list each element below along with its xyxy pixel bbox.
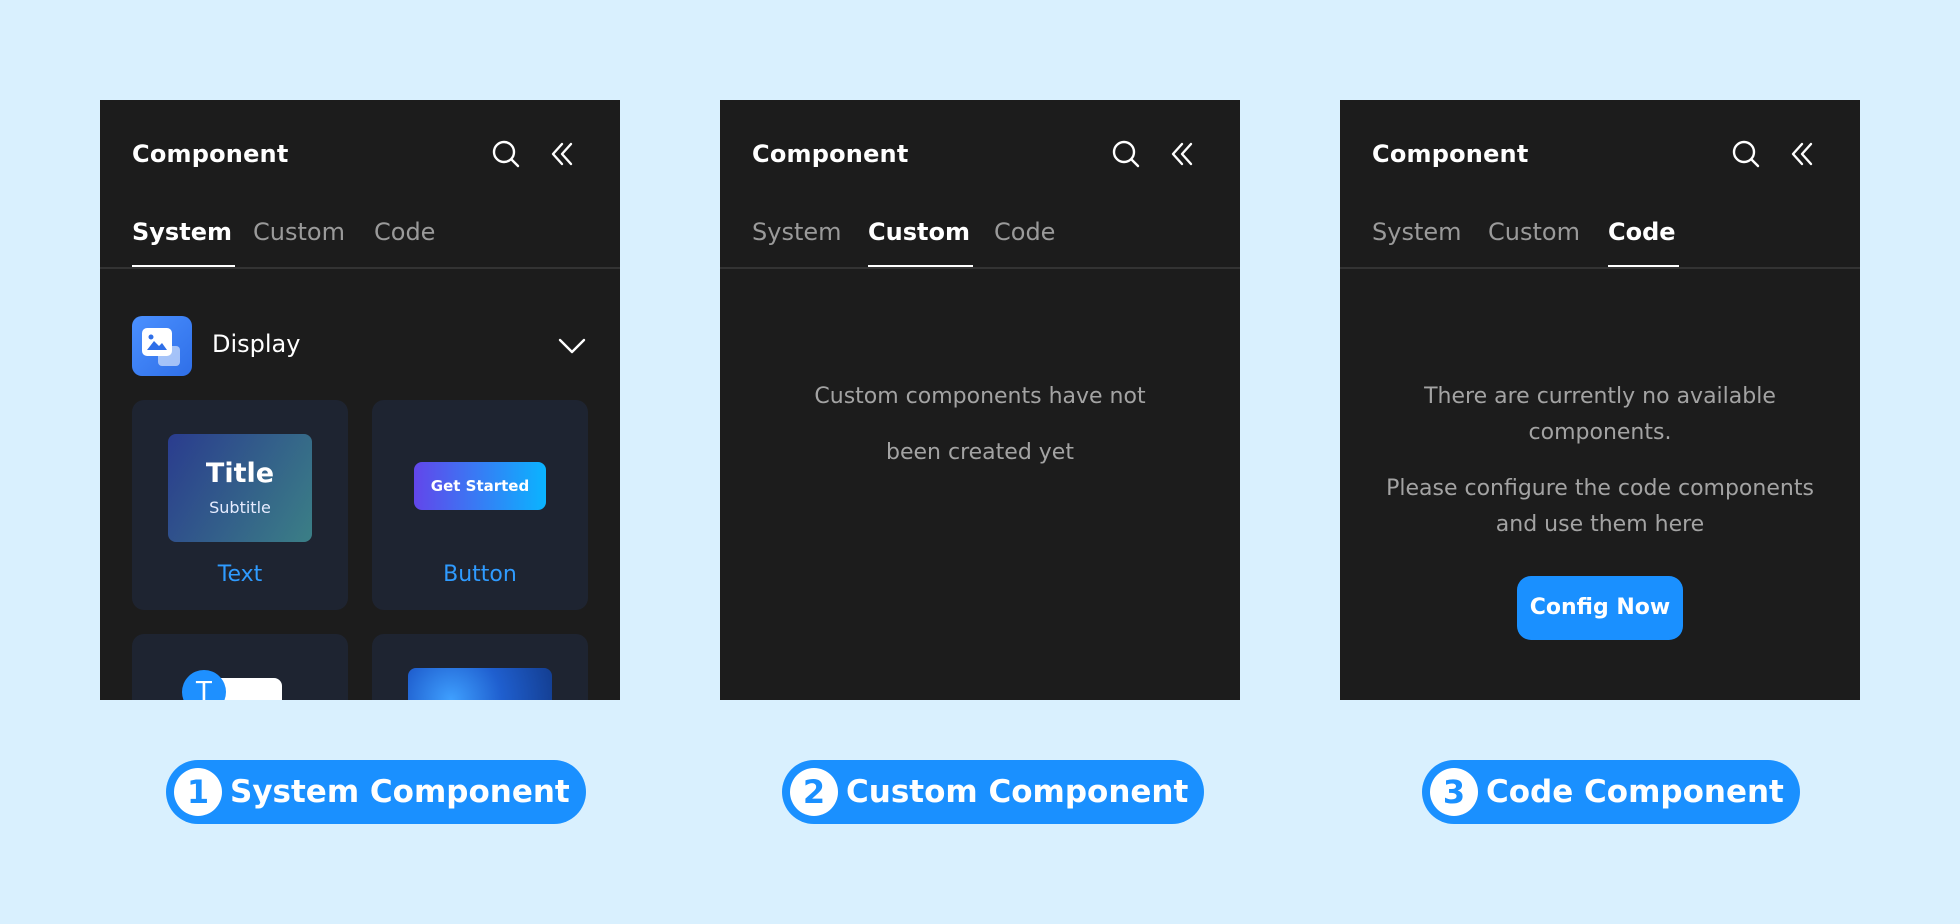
panel-header: Component [720, 100, 1240, 210]
tab-bar: System Custom Code [1340, 212, 1860, 270]
caption-label: System Component [230, 774, 570, 810]
tab-bar: System Custom Code [720, 212, 1240, 270]
preview-subtitle: Subtitle [209, 498, 271, 517]
caption-custom-component: 2 Custom Component [782, 760, 1205, 824]
component-panel-custom: Component System Custom Code Custom comp… [720, 100, 1240, 700]
avatar-preview: T [182, 670, 226, 700]
text-preview: Title Subtitle [168, 434, 312, 542]
caption-label: Code Component [1486, 774, 1784, 810]
chevron-down-icon[interactable] [556, 330, 588, 362]
double-chevron-left-icon[interactable] [1786, 138, 1818, 170]
double-chevron-left-icon[interactable] [546, 138, 578, 170]
section-label: Display [212, 330, 301, 358]
card-label: Text [217, 562, 263, 587]
panel-header: Component [1340, 100, 1860, 210]
section-display[interactable]: Display [132, 316, 588, 376]
tab-custom[interactable]: Custom [868, 212, 973, 268]
tab-custom[interactable]: Custom [1488, 212, 1580, 268]
tab-system[interactable]: System [1372, 212, 1462, 268]
search-icon[interactable] [490, 138, 522, 170]
tab-code[interactable]: Code [1608, 212, 1679, 268]
caption-number: 3 [1430, 768, 1478, 816]
empty-message-line-2: components. [1528, 420, 1672, 445]
panel-title: Component [132, 140, 289, 168]
caption-label: Custom Component [846, 774, 1189, 810]
component-card-button[interactable]: Get Started Button [372, 400, 588, 610]
component-panel-system: Component System Custom Code Display Tit… [100, 100, 620, 700]
tab-code[interactable]: Code [374, 212, 435, 268]
component-card-avatar[interactable]: T [132, 634, 348, 700]
component-card-image[interactable] [372, 634, 588, 700]
image-gallery-icon [132, 316, 192, 376]
hint-message-line-2: and use them here [1495, 512, 1705, 537]
component-card-text[interactable]: Title Subtitle Text [132, 400, 348, 610]
tab-divider [100, 267, 620, 269]
panel-header: Component [100, 100, 620, 210]
empty-message-line-1: There are currently no available [1424, 384, 1776, 409]
caption-code-component: 3 Code Component [1422, 760, 1800, 824]
caption-system-component: 1 System Component [166, 760, 586, 824]
empty-message-line-2: been created yet [886, 440, 1074, 465]
double-chevron-left-icon[interactable] [1166, 138, 1198, 170]
search-icon[interactable] [1730, 138, 1762, 170]
tab-system[interactable]: System [132, 212, 235, 268]
component-panel-code: Component System Custom Code There are c… [1340, 100, 1860, 700]
search-icon[interactable] [1110, 138, 1142, 170]
tab-system[interactable]: System [752, 212, 842, 268]
image-preview [408, 668, 552, 700]
preview-title: Title [205, 458, 275, 489]
tab-divider [720, 267, 1240, 269]
panel-title: Component [1372, 140, 1529, 168]
empty-message-line-1: Custom components have not [814, 384, 1146, 409]
tab-custom[interactable]: Custom [253, 212, 345, 268]
tab-bar: System Custom Code [100, 212, 620, 270]
config-now-button[interactable]: Config Now [1517, 576, 1683, 640]
hint-message-line-1: Please configure the code components [1386, 476, 1814, 501]
caption-number: 2 [790, 768, 838, 816]
caption-number: 1 [174, 768, 222, 816]
button-preview: Get Started [414, 462, 546, 510]
tab-divider [1340, 267, 1860, 269]
card-label: Button [443, 562, 517, 587]
panel-title: Component [752, 140, 909, 168]
tab-code[interactable]: Code [994, 212, 1055, 268]
